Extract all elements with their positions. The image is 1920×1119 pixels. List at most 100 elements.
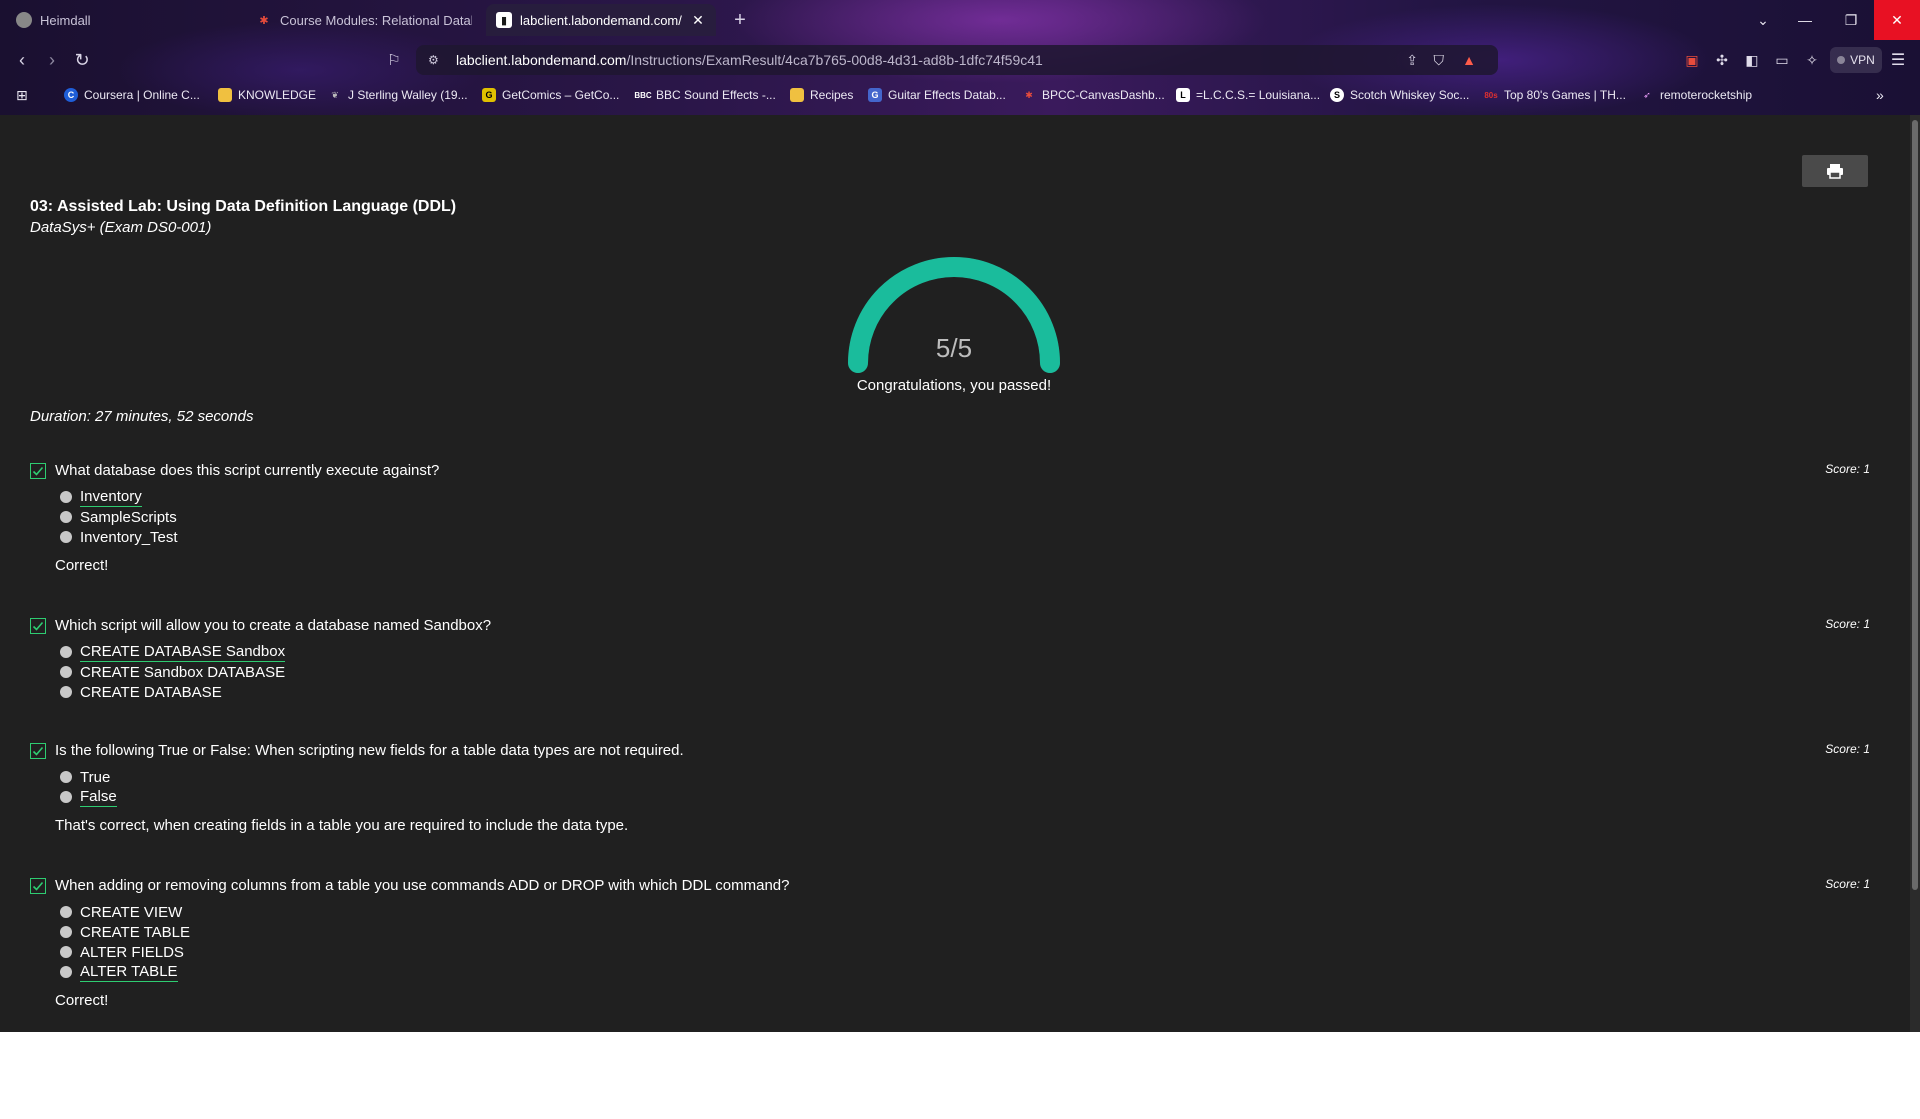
sidebar-icon[interactable]: ◧	[1742, 50, 1762, 70]
result-message: Congratulations, you passed!	[856, 377, 1052, 394]
bookmark-knowledge[interactable]: KNOWLEDGE	[218, 86, 316, 104]
bookmark-label: Recipes	[810, 88, 854, 102]
bookmark-bbc-sound-effects[interactable]: BBC BBC Sound Effects -...	[634, 86, 776, 104]
answer-option: False	[60, 787, 117, 807]
url-text: labclient.labondemand.com/Instructions/E…	[456, 52, 1043, 68]
tab-list-chevron-icon[interactable]: ⌄	[1740, 0, 1786, 40]
more-bookmarks-icon[interactable]: »	[1876, 86, 1884, 104]
bookmark-top-80s-games[interactable]: 80s Top 80's Games | TH...	[1484, 86, 1626, 104]
tab-title: Course Modules: Relational Databa	[280, 12, 472, 28]
nav-bar: ‹ › ↻ ⚐ ⚙ labclient.labondemand.com/Inst…	[0, 40, 1920, 80]
answer-option: ALTER TABLE	[60, 962, 178, 982]
new-tab-button[interactable]: +	[728, 8, 752, 32]
bookmark-label: Guitar Effects Datab...	[888, 88, 1006, 102]
bookmark-j-sterling-walley[interactable]: ❦ J Sterling Walley (19...	[328, 86, 467, 104]
bookmark-label: Scotch Whiskey Soc...	[1350, 88, 1470, 102]
canvas-favicon-icon: ✱	[259, 14, 269, 27]
print-button[interactable]	[1802, 155, 1868, 187]
question-score: Score: 1	[1825, 742, 1870, 756]
question-score: Score: 1	[1825, 462, 1870, 476]
duration: Duration: 27 minutes, 52 seconds	[30, 408, 254, 425]
bookmark-label: Top 80's Games | TH...	[1504, 88, 1626, 102]
leo-ai-icon[interactable]: ✧	[1802, 50, 1822, 70]
brave-shields-icon[interactable]: ⛉	[1434, 52, 1445, 69]
bookmark-guitar-effects[interactable]: G Guitar Effects Datab...	[868, 86, 1006, 104]
site-settings-icon[interactable]: ⚙	[428, 53, 439, 67]
wallet-icon[interactable]: ▭	[1772, 50, 1792, 70]
radio-icon	[60, 926, 72, 938]
bookmark-bpcc-canvas[interactable]: ✱ BPCC-CanvasDashb...	[1022, 86, 1165, 104]
bookmark-icon[interactable]: ⚐	[382, 48, 406, 72]
option-label: ALTER FIELDS	[80, 943, 184, 961]
bookmark-label: remoterocketship	[1660, 88, 1753, 102]
bookmarks-bar: ⊞ C Coursera | Online C... KNOWLEDGE ❦ J S…	[0, 80, 1920, 110]
answer-option: True	[60, 767, 110, 787]
forward-icon[interactable]: ›	[40, 48, 64, 72]
leaf-icon: ❦	[331, 89, 339, 100]
bookmark-coursera[interactable]: C Coursera | Online C...	[64, 86, 200, 104]
option-label: False	[80, 787, 117, 807]
maximize-icon[interactable]: ❐	[1828, 0, 1874, 40]
window-close-icon[interactable]: ✕	[1874, 0, 1920, 40]
radio-icon	[60, 646, 72, 658]
answer-option: SampleScripts	[60, 507, 177, 527]
option-label: CREATE TABLE	[80, 923, 191, 941]
lab-title: 03: Assisted Lab: Using Data Definition …	[30, 198, 457, 215]
tab-heimdall[interactable]: Heimdall	[6, 4, 242, 36]
option-label: CREATE DATABASE Sandbox	[80, 642, 286, 662]
menu-icon[interactable]: ☰	[1888, 50, 1908, 70]
bookmark-lccs[interactable]: L =L.C.C.S.= Louisiana...	[1176, 86, 1320, 104]
radio-icon	[60, 966, 72, 978]
rocket-icon: ➶	[1643, 89, 1651, 100]
url-path: /Instructions/ExamResult/4ca7b765-00d8-4…	[626, 52, 1043, 68]
answer-feedback: Correct!	[55, 557, 109, 574]
vpn-label: VPN	[1850, 53, 1875, 67]
option-label: CREATE VIEW	[80, 903, 183, 921]
answer-option: Inventory_Test	[60, 527, 178, 547]
bookmark-scotch-whiskey[interactable]: S Scotch Whiskey Soc...	[1330, 86, 1469, 104]
close-tab-icon[interactable]: ✕	[690, 12, 706, 29]
apps-grid-icon[interactable]: ⊞	[16, 86, 28, 104]
vpn-button[interactable]: VPN	[1830, 47, 1882, 73]
bookmark-getcomics[interactable]: G GetComics – GetCo...	[482, 86, 619, 104]
page-scrollbar[interactable]	[1910, 115, 1920, 1032]
question-text: When adding or removing columns from a t…	[55, 877, 790, 894]
vpn-status-icon	[1837, 56, 1846, 64]
option-label: True	[80, 768, 111, 786]
question-text: Is the following True or False: When scr…	[55, 742, 684, 759]
printer-icon	[1827, 164, 1843, 179]
tab-labclient[interactable]: ▮ labclient.labondemand.com/Ins ✕	[486, 4, 716, 36]
guitar-effects-icon: G	[868, 88, 882, 102]
heimdall-favicon-icon	[16, 12, 32, 28]
question-score: Score: 1	[1825, 617, 1870, 631]
answer-feedback: That's correct, when creating fields in …	[55, 817, 629, 834]
question-text: What database does this script currently…	[55, 462, 440, 479]
radio-icon	[60, 666, 72, 678]
brave-rewards-icon[interactable]: ▲	[1462, 52, 1476, 68]
address-bar[interactable]: ⚙ labclient.labondemand.com/Instructions…	[416, 45, 1498, 75]
answer-option: Inventory	[60, 487, 142, 507]
bookmark-recipes[interactable]: Recipes	[790, 86, 853, 104]
extension-icon[interactable]: ▣	[1682, 50, 1702, 70]
radio-icon	[60, 946, 72, 958]
tab-course-modules[interactable]: ✱ Course Modules: Relational Databa	[246, 4, 482, 36]
answer-option: CREATE DATABASE	[60, 682, 222, 702]
reload-icon[interactable]: ↻	[70, 48, 94, 72]
extensions-puzzle-icon[interactable]: ✣	[1712, 50, 1732, 70]
scrollbar-thumb[interactable]	[1912, 120, 1918, 890]
back-icon[interactable]: ‹	[10, 48, 34, 72]
answer-option: CREATE VIEW	[60, 902, 182, 922]
bookmark-remoterocketship[interactable]: ➶ remoterocketship	[1640, 86, 1752, 104]
score-value: 5/5	[935, 333, 973, 363]
radio-icon	[60, 771, 72, 783]
bookmark-label: =L.C.C.S.= Louisiana...	[1196, 88, 1321, 102]
share-icon[interactable]: ⇪	[1406, 52, 1418, 69]
minimize-icon[interactable]: —	[1782, 0, 1828, 40]
option-label: CREATE Sandbox DATABASE	[80, 663, 286, 681]
tab-title: Heimdall	[40, 12, 91, 28]
folder-icon	[790, 88, 804, 102]
folder-icon	[218, 88, 232, 102]
top80s-icon: 80s	[1484, 90, 1498, 100]
getcomics-icon: G	[482, 88, 496, 102]
blank-area	[0, 1032, 1920, 1119]
